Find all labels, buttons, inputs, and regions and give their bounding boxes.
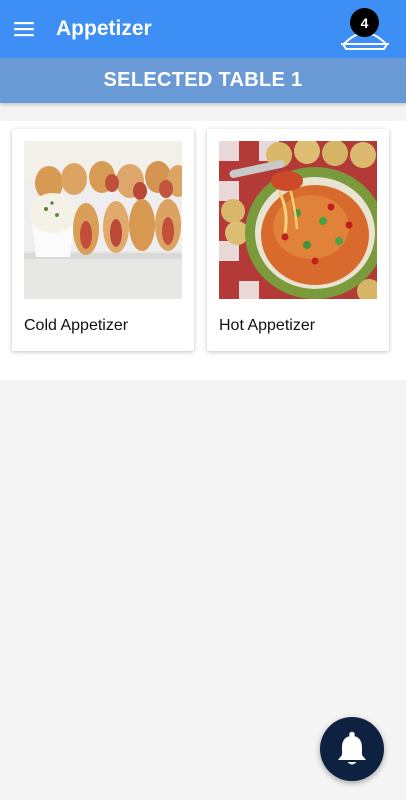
app-bar: Appetizer 4 bbox=[0, 0, 406, 58]
selected-table-banner: SELECTED TABLE 1 bbox=[0, 58, 406, 103]
selected-table-label: SELECTED TABLE 1 bbox=[103, 69, 303, 91]
cart-button[interactable]: 4 bbox=[340, 8, 392, 50]
hamburger-menu-icon bbox=[14, 22, 34, 37]
cold-appetizer-image bbox=[24, 141, 182, 299]
hot-appetizer-image bbox=[219, 141, 377, 299]
bell-icon bbox=[338, 731, 366, 765]
category-card-cold-appetizer[interactable]: Cold Appetizer bbox=[12, 129, 194, 351]
category-label: Cold Appetizer bbox=[24, 317, 129, 334]
category-label: Hot Appetizer bbox=[219, 317, 316, 334]
cart-count-badge: 4 bbox=[350, 8, 379, 37]
category-card-hot-appetizer[interactable]: Hot Appetizer bbox=[207, 129, 389, 351]
menu-button[interactable] bbox=[6, 11, 42, 47]
notification-button[interactable] bbox=[320, 717, 384, 781]
category-grid: Cold Appetizer Hot Appetizer bbox=[0, 121, 406, 380]
page-title: Appetizer bbox=[56, 17, 152, 40]
